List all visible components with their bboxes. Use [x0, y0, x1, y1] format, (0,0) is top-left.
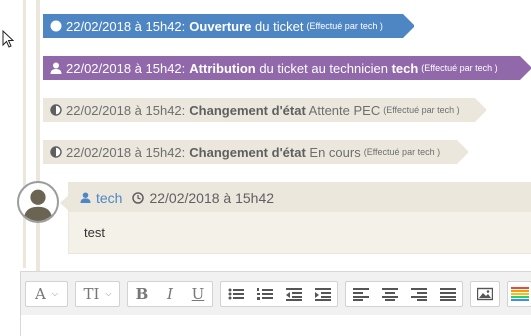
- color-group: [507, 280, 531, 307]
- half-circle-icon: [50, 104, 62, 116]
- rich-text-editor: A ⌵ TI ⌵ B I U: [20, 271, 531, 336]
- insert-image-button[interactable]: [471, 282, 499, 306]
- font-size-button[interactable]: TI ⌵: [76, 282, 119, 306]
- clock-icon: [132, 191, 145, 204]
- italic-button[interactable]: I: [156, 282, 184, 306]
- color-palette-icon: [510, 286, 529, 301]
- bold-button[interactable]: B: [128, 282, 156, 306]
- numbered-list-button[interactable]: [250, 282, 279, 306]
- timeline-event-status-change: 22/02/2018 à 15h42: Changement d'état At…: [43, 98, 486, 122]
- followup-comment: tech 22/02/2018 à 15h42 test: [60, 182, 531, 254]
- alignment-group: [345, 280, 463, 307]
- event-technician: tech: [391, 60, 419, 76]
- indent-button[interactable]: [308, 282, 337, 306]
- user-icon: [50, 62, 62, 74]
- align-justify-button[interactable]: [433, 282, 462, 306]
- comment-author-link[interactable]: tech: [80, 190, 122, 206]
- text-color-button[interactable]: [508, 282, 531, 306]
- bullet-list-button[interactable]: [221, 282, 250, 306]
- event-text: Attente PEC: [305, 102, 381, 118]
- chevron-down-icon: ⌵: [105, 288, 112, 298]
- editor-toolbar: A ⌵ TI ⌵ B I U: [21, 272, 531, 315]
- align-right-button[interactable]: [404, 282, 433, 306]
- event-action: Ouverture: [189, 18, 252, 34]
- event-text: du ticket au technicien: [255, 60, 392, 76]
- event-author: (Effectué par tech ): [363, 147, 441, 157]
- event-author: (Effectué par tech ): [306, 21, 383, 31]
- font-family-label: A: [35, 284, 46, 303]
- event-date: 22/02/2018 à 15h42:: [66, 18, 186, 34]
- list-group: [220, 280, 338, 307]
- align-center-icon: [381, 287, 398, 301]
- align-right-icon: [410, 287, 427, 301]
- align-center-button[interactable]: [375, 282, 404, 306]
- event-text: du ticket: [251, 18, 304, 34]
- event-date: 22/02/2018 à 15h42:: [66, 60, 186, 76]
- image-group: [470, 280, 500, 307]
- timeline-outer-line: [23, 0, 26, 268]
- image-icon: [477, 287, 493, 300]
- timeline-event-status-change: 22/02/2018 à 15h42: Changement d'état En…: [43, 140, 468, 164]
- event-text: En cours: [305, 144, 361, 160]
- align-justify-icon: [439, 287, 456, 301]
- timeline-event-assignment: 22/02/2018 à 15h42: Attribution du ticke…: [43, 56, 531, 80]
- font-family-button[interactable]: A ⌵: [26, 282, 67, 306]
- circle-icon: [50, 20, 62, 32]
- user-avatar-icon: [23, 189, 53, 221]
- numbered-list-icon: [256, 287, 273, 300]
- font-family-dropdown[interactable]: A ⌵: [25, 280, 68, 307]
- align-left-icon: [352, 287, 369, 301]
- comment-date: 22/02/2018 à 15h42: [149, 189, 275, 206]
- event-date: 22/02/2018 à 15h42:: [66, 144, 186, 160]
- ticket-page: 22/02/2018 à 15h42: Ouverture du ticket …: [0, 0, 531, 336]
- bullet-list-icon: [228, 288, 244, 299]
- outdent-icon: [285, 287, 302, 301]
- align-left-button[interactable]: [346, 282, 375, 306]
- chevron-down-icon: ⌵: [51, 288, 58, 298]
- event-author: (Effectué par tech ): [383, 105, 460, 115]
- event-action: Changement d'état: [189, 102, 306, 118]
- comment-header: tech 22/02/2018 à 15h42: [69, 183, 531, 212]
- event-author: (Effectué par tech ): [421, 63, 498, 73]
- comment-date-wrap: 22/02/2018 à 15h42: [132, 190, 274, 206]
- mouse-cursor-icon: [2, 30, 14, 48]
- comment-text: test: [84, 225, 105, 240]
- user-icon: [80, 192, 91, 203]
- timeline-line: [36, 0, 40, 282]
- event-action: Attribution: [189, 60, 256, 76]
- underline-button[interactable]: U: [184, 282, 212, 306]
- text-style-group: B I U: [127, 280, 213, 307]
- indent-icon: [314, 287, 331, 301]
- timeline-event-opening: 22/02/2018 à 15h42: Ouverture du ticket …: [43, 14, 414, 38]
- font-size-dropdown[interactable]: TI ⌵: [75, 280, 120, 307]
- comment-author: tech: [96, 189, 123, 206]
- outdent-button[interactable]: [279, 282, 308, 306]
- avatar: [17, 181, 59, 223]
- font-size-label: TI: [83, 284, 100, 303]
- event-action: Changement d'état: [189, 144, 306, 160]
- half-circle-icon: [50, 146, 62, 158]
- event-date: 22/02/2018 à 15h42:: [66, 102, 186, 118]
